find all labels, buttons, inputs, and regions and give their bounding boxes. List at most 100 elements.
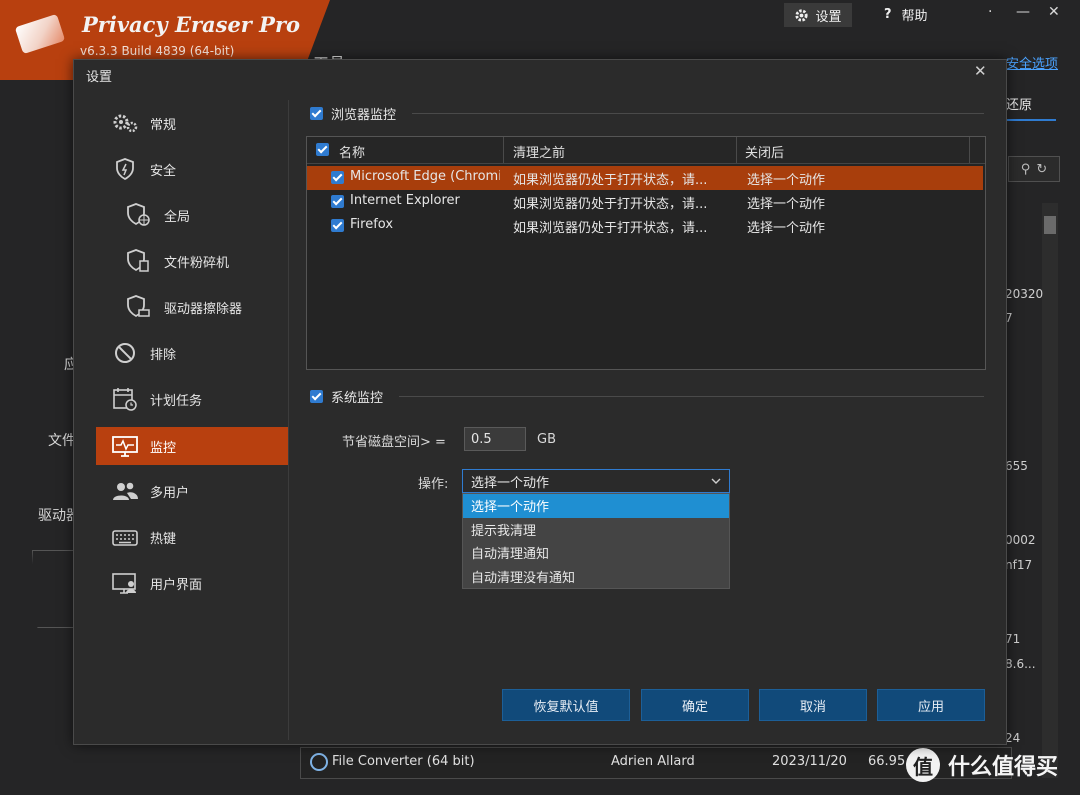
browser-before-action[interactable]: 如果浏览器仍处于打开状态，请...	[513, 193, 733, 212]
cancel-button[interactable]: 取消	[759, 689, 867, 721]
sidebar-item-label: 热键	[150, 531, 177, 547]
keyboard-icon	[110, 525, 140, 549]
browser-before-action[interactable]: 如果浏览器仍处于打开状态，请...	[513, 217, 733, 236]
action-dropdown-list: 选择一个动作 提示我清理 自动清理通知 自动清理没有通知	[462, 493, 730, 589]
action-option[interactable]: 选择一个动作	[463, 494, 729, 518]
chevron-down-icon	[711, 478, 721, 484]
top-settings-label: 设置	[815, 9, 842, 25]
row-checkbox[interactable]	[331, 195, 344, 208]
background-search-controls[interactable]: ⚲ ↻	[1008, 156, 1060, 182]
users-icon	[110, 479, 140, 503]
watermark: 值 什么值得买	[906, 748, 1058, 782]
sidebar-item-label: 多用户	[150, 485, 190, 501]
program-icon	[310, 753, 328, 771]
app-title: Privacy Eraser Pro	[82, 12, 301, 37]
sidebar-item-label: 驱动器擦除器	[164, 301, 243, 317]
sidebar-item-label: 常规	[150, 117, 177, 133]
table-row[interactable]: Internet Explorer 如果浏览器仍处于打开状态，请... 选择一个…	[307, 190, 983, 214]
window-close-icon[interactable]: ✕	[1048, 4, 1060, 20]
sidebar-item-monitoring[interactable]: 监控	[96, 427, 289, 465]
settings-dialog: 设置 ✕ 常规 安全 全局 文件粉碎机 驱动器擦除器 排除 计划任务 监控 多用…	[73, 59, 1007, 745]
column-header-name[interactable]: 名称	[339, 142, 365, 161]
system-monitor-checkbox[interactable]	[310, 390, 323, 403]
browser-before-action[interactable]: 如果浏览器仍处于打开状态，请...	[513, 169, 733, 188]
background-value-fragment: nf17	[1005, 558, 1033, 572]
sidebar-item-label: 全局	[164, 209, 191, 225]
shield-drive-icon	[124, 295, 154, 319]
sidebar-item-exclusions[interactable]: 排除	[96, 334, 289, 372]
column-header-after[interactable]: 关闭后	[745, 142, 784, 161]
column-separator[interactable]	[503, 137, 504, 163]
action-select-value: 选择一个动作	[471, 475, 550, 491]
apply-button[interactable]: 应用	[877, 689, 985, 721]
action-select[interactable]: 选择一个动作	[462, 469, 730, 493]
sidebar-divider	[288, 100, 289, 740]
program-date: 2023/11/20	[772, 754, 847, 769]
browser-name: Internet Explorer	[350, 193, 460, 208]
browser-monitor-checkbox[interactable]	[310, 107, 323, 120]
browser-after-action[interactable]: 选择一个动作	[747, 169, 825, 188]
table-header: 名称 清理之前 关闭后	[307, 137, 985, 164]
help-icon: ?	[884, 7, 892, 22]
block-icon	[110, 341, 140, 365]
program-name: File Converter (64 bit)	[332, 754, 475, 769]
shield-icon	[110, 157, 140, 181]
refresh-icon[interactable]: ↻	[1036, 162, 1047, 177]
select-all-checkbox[interactable]	[316, 143, 329, 156]
column-separator[interactable]	[969, 137, 970, 163]
action-option[interactable]: 自动清理通知	[463, 541, 729, 565]
sidebar-item-multi-user[interactable]: 多用户	[96, 472, 289, 510]
column-header-before[interactable]: 清理之前	[513, 142, 565, 161]
sidebar-item-security[interactable]: 安全	[96, 150, 289, 188]
browser-monitor-header: 浏览器监控	[310, 104, 984, 123]
top-help-label: 帮助	[901, 9, 928, 24]
sidebar-item-label: 文件粉碎机	[164, 255, 230, 271]
search-icon[interactable]: ⚲	[1021, 162, 1031, 177]
program-publisher: Adrien Allard	[611, 754, 695, 769]
monitor-icon	[110, 434, 140, 458]
sidebar-item-file-shredder[interactable]: 文件粉碎机	[96, 242, 303, 280]
dialog-close-icon[interactable]: ✕	[974, 62, 987, 80]
disk-space-input[interactable]	[464, 427, 526, 451]
system-monitor-header: 系统监控	[310, 387, 984, 406]
system-monitor-label: 系统监控	[331, 391, 384, 406]
security-options-link[interactable]: 安全选项	[1006, 53, 1058, 72]
column-separator[interactable]	[736, 137, 737, 163]
shield-globe-icon	[124, 203, 154, 227]
background-value-fragment: 71	[1005, 632, 1021, 646]
window-menu-icon[interactable]: ·	[988, 4, 992, 20]
ok-button[interactable]: 确定	[641, 689, 749, 721]
sidebar-item-general[interactable]: 常规	[96, 104, 289, 142]
gear-icon	[795, 8, 809, 22]
action-label: 操作:	[418, 477, 449, 492]
row-checkbox[interactable]	[331, 219, 344, 232]
restore-defaults-button[interactable]: 恢复默认值	[502, 689, 630, 721]
action-option[interactable]: 自动清理没有通知	[463, 565, 729, 589]
shield-file-icon	[124, 249, 154, 273]
table-row[interactable]: Firefox 如果浏览器仍处于打开状态，请... 选择一个动作	[307, 214, 983, 238]
table-row[interactable]: Microsoft Edge (Chromi... 如果浏览器仍处于打开状态，请…	[307, 166, 983, 190]
sidebar-item-user-interface[interactable]: 用户界面	[96, 564, 289, 602]
action-option[interactable]: 提示我清理	[463, 518, 729, 542]
background-value-fragment: 0002	[1005, 533, 1036, 547]
browser-name: Microsoft Edge (Chromi...	[350, 169, 500, 184]
browser-after-action[interactable]: 选择一个动作	[747, 217, 825, 236]
sidebar-item-hotkeys[interactable]: 热键	[96, 518, 289, 556]
background-scrollbar-thumb[interactable]	[1044, 216, 1056, 234]
minimize-icon[interactable]: —	[1016, 4, 1030, 20]
sidebar-item-global[interactable]: 全局	[96, 196, 303, 234]
background-scrollbar[interactable]	[1042, 203, 1058, 778]
sidebar-item-drive-wiper[interactable]: 驱动器擦除器	[96, 288, 303, 326]
top-settings-button[interactable]: 设置	[784, 3, 852, 27]
browser-after-action[interactable]: 选择一个动作	[747, 193, 825, 212]
top-help-button[interactable]: ? 帮助	[884, 5, 928, 24]
sidebar-item-scheduled-tasks[interactable]: 计划任务	[96, 380, 289, 418]
section-divider	[412, 113, 984, 114]
watermark-text: 什么值得买	[948, 755, 1059, 780]
sidebar-item-label: 排除	[150, 347, 177, 363]
tab-restore[interactable]: 还原	[1006, 94, 1056, 121]
row-checkbox[interactable]	[331, 171, 344, 184]
sidebar-item-label: 用户界面	[150, 577, 203, 593]
browser-name: Firefox	[350, 217, 394, 232]
program-size: 66.95	[868, 754, 906, 769]
